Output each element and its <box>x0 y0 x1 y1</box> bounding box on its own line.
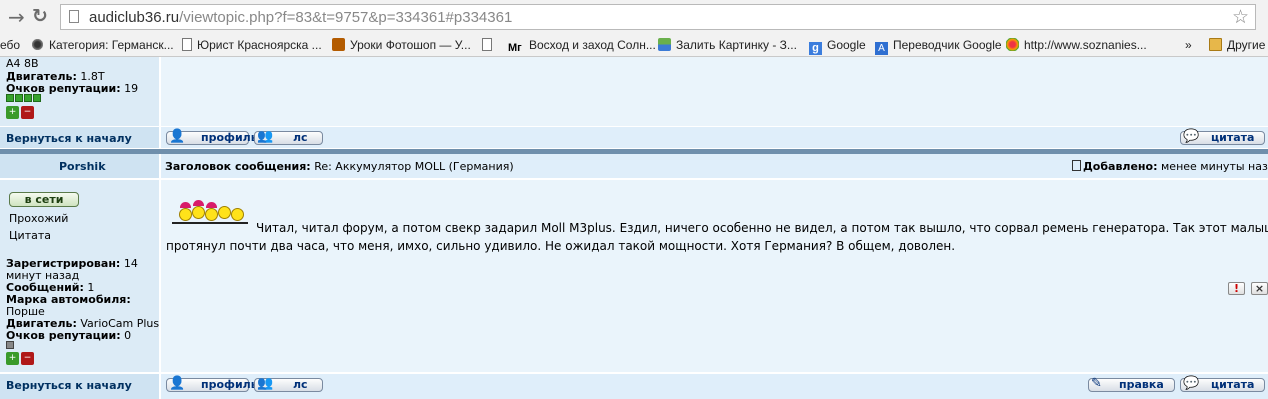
browser-toolbar: → ↻ audiclub36.ru/viewtopic.php?f=83&t=9… <box>0 0 1268 34</box>
page-icon <box>69 10 79 23</box>
pm-button[interactable]: 👥 лс <box>254 376 323 392</box>
post-body-cell <box>161 180 1268 372</box>
prev-quote-button[interactable]: 💬 цитата <box>1180 129 1265 145</box>
bookmark-item[interactable]: Залить Картинку - З... <box>658 38 797 52</box>
bookmark-item[interactable]: Категория: Германск... <box>31 38 174 52</box>
post-author[interactable]: Porshik <box>59 160 106 173</box>
more-bookmarks-chevron[interactable]: » <box>1185 38 1192 52</box>
bookmark-item[interactable]: Мг Восход и заход Солн... <box>508 38 656 55</box>
mg-favicon-icon: Мг <box>508 42 522 54</box>
quote-link[interactable]: Цитата <box>9 229 51 242</box>
photoshop-favicon-icon <box>332 38 345 51</box>
author-rank: Прохожий <box>9 212 69 225</box>
users-icon: 👥 <box>257 129 274 144</box>
post-added-time: Добавлено: менее минуты назад <box>1072 160 1268 173</box>
user-icon: 👤 <box>169 376 186 391</box>
smiley-face <box>218 206 231 219</box>
delete-icon[interactable]: × <box>1251 282 1268 295</box>
prev-footer-right <box>161 127 1268 148</box>
bookmark-item[interactable]: g Google <box>809 38 866 55</box>
translate-favicon-icon: A <box>875 42 888 55</box>
bookmark-item[interactable]: A Переводчик Google <box>875 38 1002 55</box>
dancing-smileys-icon <box>172 198 252 230</box>
prev-car-line: A4 8B <box>6 57 39 70</box>
joomla-favicon-icon <box>1006 38 1019 51</box>
legs-line <box>172 222 248 224</box>
smiley-face <box>231 208 244 221</box>
bookmark-item[interactable]: http://www.soznanies... <box>1006 38 1147 52</box>
post-subject: Заголовок сообщения: Re: Аккумулятор MOL… <box>165 160 514 173</box>
smiley-face <box>205 208 218 221</box>
post-body-line-2: протянул почти два часа, что меня, имхо,… <box>166 239 956 253</box>
user-icon: 👤 <box>169 129 186 144</box>
prev-back-to-top-link[interactable]: Вернуться к началу <box>6 132 132 145</box>
bookmark-item[interactable]: Юрист Красноярска ... <box>182 38 322 52</box>
folder-icon <box>1209 38 1222 51</box>
page-icon <box>182 38 192 51</box>
smiley-face <box>192 206 205 219</box>
image-upload-favicon-icon <box>658 38 671 51</box>
quote-button[interactable]: 💬 цитата <box>1180 376 1265 392</box>
address-bar[interactable]: audiclub36.ru/viewtopic.php?f=83&t=9757&… <box>60 4 1256 30</box>
pencil-icon: ✎ <box>1091 376 1102 391</box>
rep-plus-icon[interactable]: + <box>6 106 19 119</box>
reputation-square <box>33 94 41 102</box>
google-favicon-icon: g <box>809 42 822 55</box>
smiley-face <box>179 208 192 221</box>
reputation-square <box>15 94 23 102</box>
prev-pm-button[interactable]: 👥 лс <box>254 129 323 145</box>
bookmark-item[interactable]: ебо <box>0 38 20 52</box>
bookmark-item[interactable] <box>482 38 497 52</box>
gear-favicon-icon <box>31 38 44 51</box>
other-bookmarks-folder[interactable]: Другие <box>1209 38 1265 52</box>
back-arrow-icon[interactable]: → <box>8 5 25 29</box>
prev-post-body-cell <box>161 57 1268 126</box>
reload-icon[interactable]: ↻ <box>32 5 48 27</box>
report-icon[interactable]: ! <box>1228 282 1245 295</box>
back-to-top-link[interactable]: Вернуться к началу <box>6 379 132 392</box>
rep-minus-icon[interactable]: − <box>21 352 34 365</box>
author-reputation: Очков репутации: 0 <box>6 329 132 342</box>
rep-plus-icon[interactable]: + <box>6 352 19 365</box>
speech-bubble-icon: 💬 <box>1183 376 1200 391</box>
speech-bubble-icon: 💬 <box>1183 129 1200 144</box>
online-status-button[interactable]: в сети <box>9 192 79 207</box>
page-icon <box>482 38 492 51</box>
rep-minus-icon[interactable]: − <box>21 106 34 119</box>
edit-button[interactable]: ✎ правка <box>1088 376 1175 392</box>
bookmark-star-icon[interactable]: ☆ <box>1232 6 1249 28</box>
reputation-square <box>6 341 14 349</box>
users-icon: 👥 <box>257 376 274 391</box>
reputation-square <box>24 94 32 102</box>
reputation-square <box>6 94 14 102</box>
post-icon <box>1072 160 1081 171</box>
prev-profile-button[interactable]: 👤 профиль <box>166 129 258 145</box>
post-body-line-1: Читал, читал форум, а потом свекр задари… <box>256 221 1268 235</box>
bookmark-item[interactable]: Уроки Фотошоп — У... <box>332 38 471 52</box>
url-text[interactable]: audiclub36.ru/viewtopic.php?f=83&t=9757&… <box>89 9 512 26</box>
profile-button[interactable]: 👤 профиль <box>166 376 258 392</box>
